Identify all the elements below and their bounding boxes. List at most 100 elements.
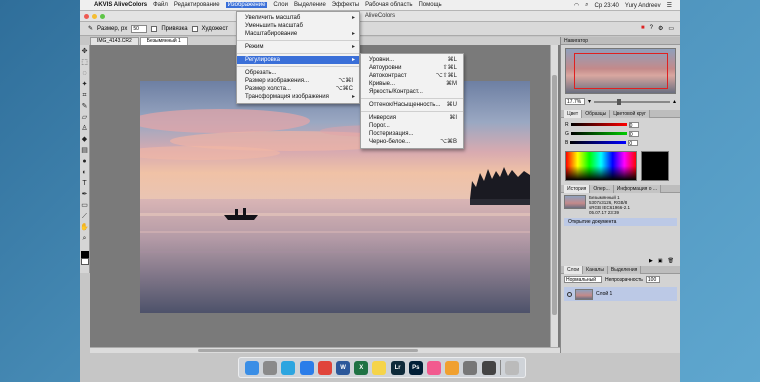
- excel-icon[interactable]: X: [354, 360, 369, 375]
- tab-swatches[interactable]: Образцы: [582, 109, 611, 118]
- size-input[interactable]: 50: [131, 24, 148, 33]
- app-menu[interactable]: AKVIS AliveColors: [94, 2, 147, 8]
- opacity-input[interactable]: 100: [645, 276, 660, 283]
- pen-tool-icon[interactable]: ✒: [80, 190, 89, 199]
- new-snapshot-icon[interactable]: ▣: [658, 258, 663, 264]
- horizontal-scrollbar[interactable]: [90, 347, 560, 353]
- feedback-icon[interactable]: ■: [641, 25, 645, 32]
- telegram-icon[interactable]: [281, 360, 296, 375]
- navigator-preview[interactable]: [565, 48, 676, 94]
- music-icon[interactable]: [426, 360, 441, 375]
- menu-item-transform[interactable]: Трансформация изображения ▸: [237, 93, 359, 101]
- trash-icon[interactable]: [504, 360, 519, 375]
- menu-item-scaling[interactable]: Масштабирование ▸: [237, 30, 359, 38]
- hscroll-thumb[interactable]: [198, 349, 418, 352]
- vertical-scrollbar[interactable]: [550, 45, 558, 347]
- hand-tool-icon[interactable]: ✋: [80, 223, 89, 232]
- delete-icon[interactable]: 🗑: [668, 258, 674, 264]
- menu-item-canvas-size[interactable]: Размер холста... ⌥⌘C: [237, 85, 359, 93]
- gradient-tool-icon[interactable]: ▤: [80, 146, 89, 155]
- word-icon[interactable]: W: [336, 360, 351, 375]
- wifi-icon[interactable]: ◠: [574, 2, 579, 9]
- zoom-tool-icon[interactable]: ⌕: [80, 234, 89, 243]
- crop-tool-icon[interactable]: ⌗: [80, 91, 89, 100]
- snap-checkbox[interactable]: [151, 25, 158, 32]
- close-icon[interactable]: [84, 14, 89, 19]
- menu-item-curves[interactable]: Кривые... ⌘M: [361, 80, 463, 88]
- user-name[interactable]: Yury Andreev: [625, 3, 661, 9]
- play-icon[interactable]: ▶: [649, 258, 653, 264]
- menu-edit[interactable]: Редактирование: [174, 2, 220, 8]
- photoshop-icon[interactable]: Ps: [408, 360, 423, 375]
- tab-untitled[interactable]: Безымянный 1: [139, 37, 188, 45]
- dodge-tool-icon[interactable]: ◐: [80, 168, 89, 177]
- document-photo[interactable]: [140, 81, 530, 313]
- menu-item-black-white[interactable]: Черно-белое... ⌥⌘B: [361, 138, 463, 146]
- history-entry-open[interactable]: Открытие документа: [564, 218, 677, 226]
- layer-name[interactable]: Слой 1: [596, 291, 612, 297]
- chrome-icon[interactable]: [317, 360, 332, 375]
- menu-help[interactable]: Помощь: [418, 2, 441, 8]
- blue-slider[interactable]: [570, 141, 627, 144]
- menu-item-zoom-in[interactable]: Увеличить масштаб ▸: [237, 14, 359, 22]
- menu-file[interactable]: Файл: [153, 2, 168, 8]
- tab-color-wheel[interactable]: Цветовой круг: [610, 109, 650, 118]
- vscroll-thumb[interactable]: [552, 75, 557, 315]
- artistic-checkbox[interactable]: [191, 25, 198, 32]
- settings-icon[interactable]: ⚙: [658, 25, 663, 32]
- tab-info[interactable]: Информация о ...: [613, 184, 662, 193]
- menu-item-hue-saturation[interactable]: Оттенок/Насыщенность... ⌘U: [361, 101, 463, 109]
- lightroom-icon[interactable]: Lr: [390, 360, 405, 375]
- text-tool-icon[interactable]: T: [80, 179, 89, 188]
- menu-layers[interactable]: Слои: [273, 2, 288, 8]
- settings-icon[interactable]: [463, 360, 478, 375]
- eye-icon[interactable]: [567, 291, 572, 297]
- menu-workspace[interactable]: Рабочая область: [365, 2, 412, 8]
- shape-tool-icon[interactable]: ▭: [80, 201, 89, 210]
- stamp-tool-icon[interactable]: ♙: [80, 124, 89, 133]
- background-color-swatch[interactable]: [80, 258, 89, 265]
- tab-layers[interactable]: Слои: [564, 265, 584, 274]
- menu-item-adjust[interactable]: Регулировка ▸: [237, 56, 359, 64]
- zoom-slider[interactable]: [594, 98, 670, 105]
- red-slider[interactable]: [570, 123, 627, 126]
- notifications-icon[interactable]: ☰: [667, 2, 672, 9]
- menu-item-crop[interactable]: Обрезать...: [237, 69, 359, 77]
- ibooks-icon[interactable]: [445, 360, 460, 375]
- zoom-slider-knob[interactable]: [616, 98, 621, 105]
- finder-icon[interactable]: [245, 360, 260, 375]
- menu-item-threshold[interactable]: Порог...: [361, 122, 463, 130]
- blend-mode-select[interactable]: Нормальный: [564, 276, 602, 283]
- lasso-tool-icon[interactable]: ◌: [80, 69, 89, 78]
- eraser-tool-icon[interactable]: ▱: [80, 113, 89, 122]
- layer-row[interactable]: Слой 1: [564, 287, 677, 301]
- history-document[interactable]: Безымянный 1 5307x3126, RGB/8 sRGB IEC61…: [561, 193, 680, 217]
- tab-selections[interactable]: Выделения: [607, 265, 642, 274]
- menu-item-image-size[interactable]: Размер изображения... ⌥⌘I: [237, 77, 359, 85]
- menu-item-levels[interactable]: Уровни... ⌘L: [361, 56, 463, 64]
- blue-value[interactable]: 0: [628, 139, 639, 147]
- brush-tool-icon[interactable]: ✎: [80, 102, 89, 111]
- menu-item-mode[interactable]: Режим ▸: [237, 43, 359, 51]
- spotlight-icon[interactable]: ⌕: [585, 2, 588, 9]
- minimize-icon[interactable]: [92, 14, 97, 19]
- tab-history[interactable]: История: [564, 184, 591, 193]
- menu-item-posterize[interactable]: Постеризация...: [361, 130, 463, 138]
- help-icon[interactable]: ?: [650, 25, 653, 32]
- menu-selection[interactable]: Выделение: [294, 2, 326, 8]
- menu-item-autocontrast[interactable]: Автоконтраст ⌥⇧⌘L: [361, 72, 463, 80]
- brush-icon[interactable]: ✎: [88, 25, 93, 32]
- panel-icon[interactable]: ▭: [668, 25, 674, 32]
- menu-item-invert[interactable]: Инверсия ⌘I: [361, 114, 463, 122]
- tab-operations[interactable]: Опер...: [590, 184, 614, 193]
- menu-item-brightness-contrast[interactable]: Яркость/Контраст...: [361, 88, 463, 96]
- foreground-color-swatch[interactable]: [80, 251, 89, 258]
- aliveColors-icon[interactable]: [481, 360, 496, 375]
- marquee-tool-icon[interactable]: ⬚: [80, 58, 89, 67]
- menu-item-autolevels[interactable]: Автоуровни ⇧⌘L: [361, 64, 463, 72]
- safari-icon[interactable]: [299, 360, 314, 375]
- tab-img4143[interactable]: IMG_4143.CR2: [90, 37, 139, 45]
- notes-icon[interactable]: [372, 360, 387, 375]
- navigator-viewport-box[interactable]: [574, 53, 668, 89]
- zoom-out-icon[interactable]: ▾: [588, 98, 591, 105]
